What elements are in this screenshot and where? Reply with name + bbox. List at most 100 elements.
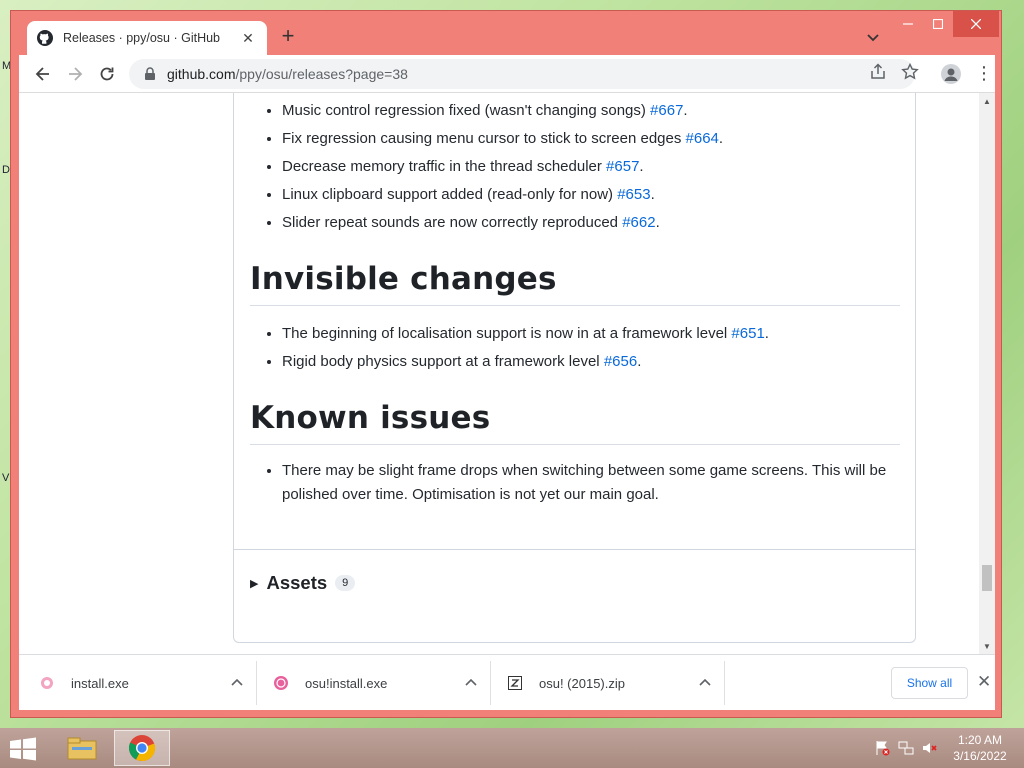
- tab-close-icon[interactable]: ✕: [239, 30, 257, 47]
- network-icon[interactable]: [898, 740, 914, 756]
- download-item-install-exe[interactable]: install.exe: [25, 661, 257, 705]
- download-filename: osu!install.exe: [305, 675, 388, 691]
- assets-count-badge: 9: [335, 575, 356, 591]
- item-text: Rigid body physics support at a framewor…: [282, 353, 604, 370]
- item-text: Linux clipboard support added (read-only…: [282, 186, 618, 203]
- scroll-down-arrow-icon[interactable]: ▼: [979, 640, 995, 654]
- address-bar[interactable]: github.com/ppy/osu/releases?page=38: [129, 59, 915, 89]
- issue-link[interactable]: #667: [650, 102, 683, 119]
- folder-icon: [67, 737, 97, 760]
- maximize-button[interactable]: [923, 11, 953, 37]
- tab-strip: Releases · ppy/osu · GitHub ✕ +: [11, 11, 1001, 55]
- known-issues-list: There may be slight frame drops when swi…: [250, 459, 900, 507]
- list-item: Slider repeat sounds are now correctly r…: [282, 209, 900, 237]
- heading-known-issues: Known issues: [250, 400, 900, 445]
- system-clock[interactable]: 1:20 AM 3/16/2022: [944, 732, 1016, 764]
- page-viewport: Music control regression fixed (wasn't c…: [19, 93, 995, 654]
- issue-link[interactable]: #662: [622, 214, 655, 231]
- list-item: Fix regression causing menu cursor to st…: [282, 125, 900, 153]
- minimize-button[interactable]: [893, 11, 923, 37]
- download-filename: install.exe: [71, 675, 129, 691]
- list-item: Decrease memory traffic in the thread sc…: [282, 153, 900, 181]
- forward-arrow-icon[interactable]: [65, 64, 85, 84]
- windows-start-icon[interactable]: [8, 737, 38, 761]
- download-shelf-close-icon[interactable]: ✕: [977, 673, 991, 691]
- list-item: Linux clipboard support added (read-only…: [282, 181, 900, 209]
- release-card: Music control regression fixed (wasn't c…: [233, 93, 916, 643]
- clock-time: 1:20 AM: [957, 733, 1003, 747]
- issue-link[interactable]: #651: [731, 325, 764, 342]
- url-text: github.com/ppy/osu/releases?page=38: [167, 66, 408, 82]
- download-item-osu-zip[interactable]: osu! (2015).zip: [493, 661, 725, 705]
- menu-kebab-icon[interactable]: ⋮: [975, 63, 993, 83]
- list-item: The beginning of localisation support is…: [282, 320, 900, 348]
- list-item: Rigid body physics support at a framewor…: [282, 348, 900, 376]
- osu-file-icon: [41, 677, 53, 689]
- heading-invisible-changes: Invisible changes: [250, 261, 900, 306]
- item-punct: .: [650, 186, 655, 203]
- assets-label: Assets: [266, 572, 328, 593]
- download-shelf: install.exe osu!install.exe osu! (2015).…: [19, 654, 995, 710]
- chevron-up-icon[interactable]: [230, 676, 244, 690]
- browser-window: Releases · ppy/osu · GitHub ✕ + github.c…: [10, 10, 1002, 718]
- osu-logo-icon: [274, 676, 288, 690]
- issue-link[interactable]: #656: [604, 353, 637, 370]
- assets-toggle[interactable]: ▶ Assets 9: [250, 572, 356, 594]
- back-arrow-icon[interactable]: [33, 64, 53, 84]
- window-close-button[interactable]: [953, 11, 999, 37]
- issue-link[interactable]: #657: [606, 158, 639, 175]
- new-tab-button[interactable]: +: [277, 25, 299, 47]
- item-punct: .: [639, 158, 644, 175]
- browser-toolbar: github.com/ppy/osu/releases?page=38 ⋮: [19, 55, 995, 93]
- url-path: /ppy/osu/releases?page=38: [235, 66, 408, 82]
- item-text: Slider repeat sounds are now correctly r…: [282, 214, 623, 231]
- scroll-up-arrow-icon[interactable]: ▲: [979, 95, 995, 109]
- bookmark-star-icon[interactable]: [901, 63, 919, 81]
- release-body: Music control regression fixed (wasn't c…: [250, 93, 900, 507]
- show-all-button[interactable]: Show all: [891, 667, 968, 699]
- item-punct: .: [718, 130, 724, 147]
- volume-muted-icon[interactable]: [922, 740, 938, 756]
- chrome-icon: [128, 735, 156, 762]
- zip-file-icon: [508, 676, 522, 690]
- person-icon: [944, 68, 958, 81]
- issue-link[interactable]: #664: [686, 130, 719, 147]
- changes-list: Music control regression fixed (wasn't c…: [250, 97, 900, 237]
- taskbar-chrome[interactable]: [114, 730, 170, 766]
- tab-title: Releases · ppy/osu · GitHub: [63, 31, 221, 45]
- minimize-icon: [903, 23, 913, 25]
- lock-icon: [145, 67, 155, 80]
- tab-search-chevron-icon[interactable]: [863, 27, 883, 47]
- item-text: The beginning of localisation support is…: [282, 325, 732, 342]
- close-icon: [971, 19, 981, 29]
- chevron-up-icon[interactable]: [464, 676, 478, 690]
- invisible-changes-list: The beginning of localisation support is…: [250, 320, 900, 376]
- tab-github-releases[interactable]: Releases · ppy/osu · GitHub ✕: [27, 21, 267, 55]
- item-punct: .: [683, 102, 688, 119]
- clock-date: 3/16/2022: [953, 749, 1007, 763]
- item-punct: .: [764, 325, 769, 342]
- share-icon[interactable]: [869, 63, 887, 81]
- chevron-up-icon[interactable]: [698, 676, 712, 690]
- profile-avatar[interactable]: [941, 64, 961, 84]
- taskbar-file-explorer[interactable]: [54, 730, 110, 766]
- taskbar: 1:20 AM 3/16/2022: [0, 728, 1024, 768]
- item-punct: .: [655, 214, 660, 231]
- disclosure-triangle-icon: ▶: [250, 577, 259, 590]
- item-text: Music control regression fixed (wasn't c…: [282, 102, 651, 119]
- item-punct: .: [637, 353, 642, 370]
- action-center-flag-icon[interactable]: [874, 740, 890, 756]
- issue-link[interactable]: #653: [617, 186, 650, 203]
- maximize-icon: [933, 19, 943, 29]
- reload-icon[interactable]: [97, 64, 117, 84]
- list-item: Music control regression fixed (wasn't c…: [282, 97, 900, 125]
- item-text: Fix regression causing menu cursor to st…: [282, 130, 686, 147]
- assets-section: ▶ Assets 9: [234, 549, 915, 642]
- scrollbar-thumb[interactable]: [982, 565, 992, 591]
- download-item-osu-install-exe[interactable]: osu!install.exe: [259, 661, 491, 705]
- list-item: There may be slight frame drops when swi…: [282, 459, 900, 507]
- download-filename: osu! (2015).zip: [539, 675, 625, 691]
- github-icon: [37, 30, 53, 46]
- page-scrollbar[interactable]: ▲ ▼: [979, 93, 995, 654]
- url-host: github.com: [167, 66, 236, 82]
